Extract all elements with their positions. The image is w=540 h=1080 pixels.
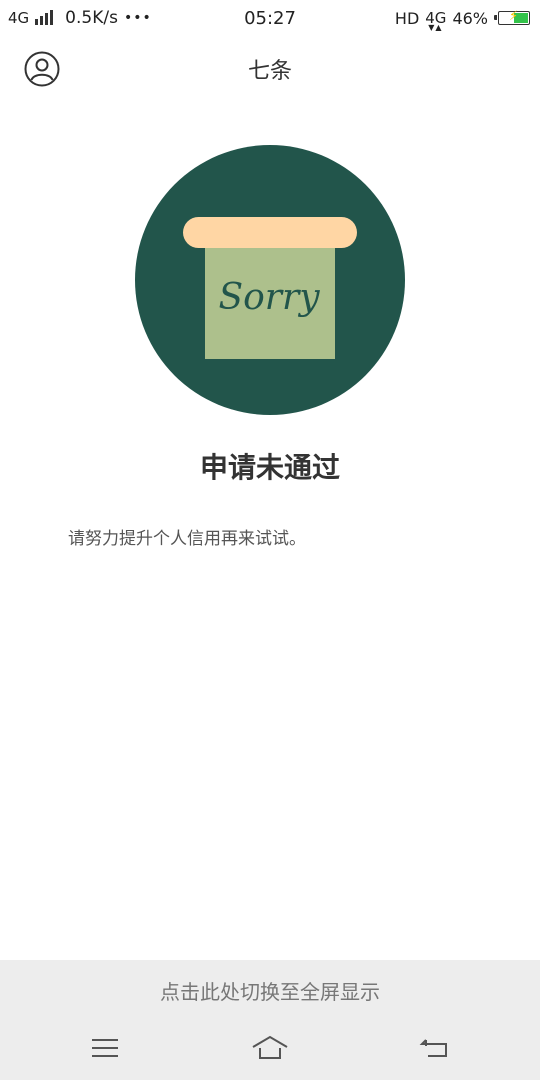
status-left: 4G 0.5K/s ••• [8,0,152,36]
app-header: 七条 [0,36,540,102]
page-title: 七条 [247,59,292,84]
result-description: 请努力提升个人信用再来试试。 [68,529,306,549]
hd-label: HD [394,8,420,28]
menu-icon [92,1039,118,1057]
home-icon [252,1035,288,1059]
result-title: 申请未通过 [199,451,340,484]
sorry-text: Sorry [218,277,320,318]
system-nav-bar [0,1020,540,1080]
battery-icon: ⚡ [494,9,530,25]
network-type-label: 4G [8,9,30,27]
sorry-illustration: Sorry [135,145,405,415]
battery-percent: 46% [452,8,488,28]
signal-strength-icon [35,10,54,25]
charging-icon: ⚡ [509,9,519,24]
more-notifications-icon: ••• [123,10,152,26]
illustration-bar [183,217,357,248]
home-button[interactable] [248,1030,292,1070]
network-activity-icon: 4G ▼▲ [425,9,447,32]
network-speed: 0.5K/s [65,8,118,28]
status-bar: 4G 0.5K/s ••• 05:27 HD 4G ▼▲ 46% ⚡ [0,0,540,36]
back-icon [419,1039,447,1057]
back-button[interactable] [412,1030,456,1070]
status-right: HD 4G ▼▲ 46% ⚡ [395,0,530,36]
sorry-illustration-graphic: Sorry [135,145,405,415]
fullscreen-toggle-bar[interactable]: 点击此处切换至全屏显示 [0,960,540,1020]
menu-button[interactable] [83,1030,127,1070]
